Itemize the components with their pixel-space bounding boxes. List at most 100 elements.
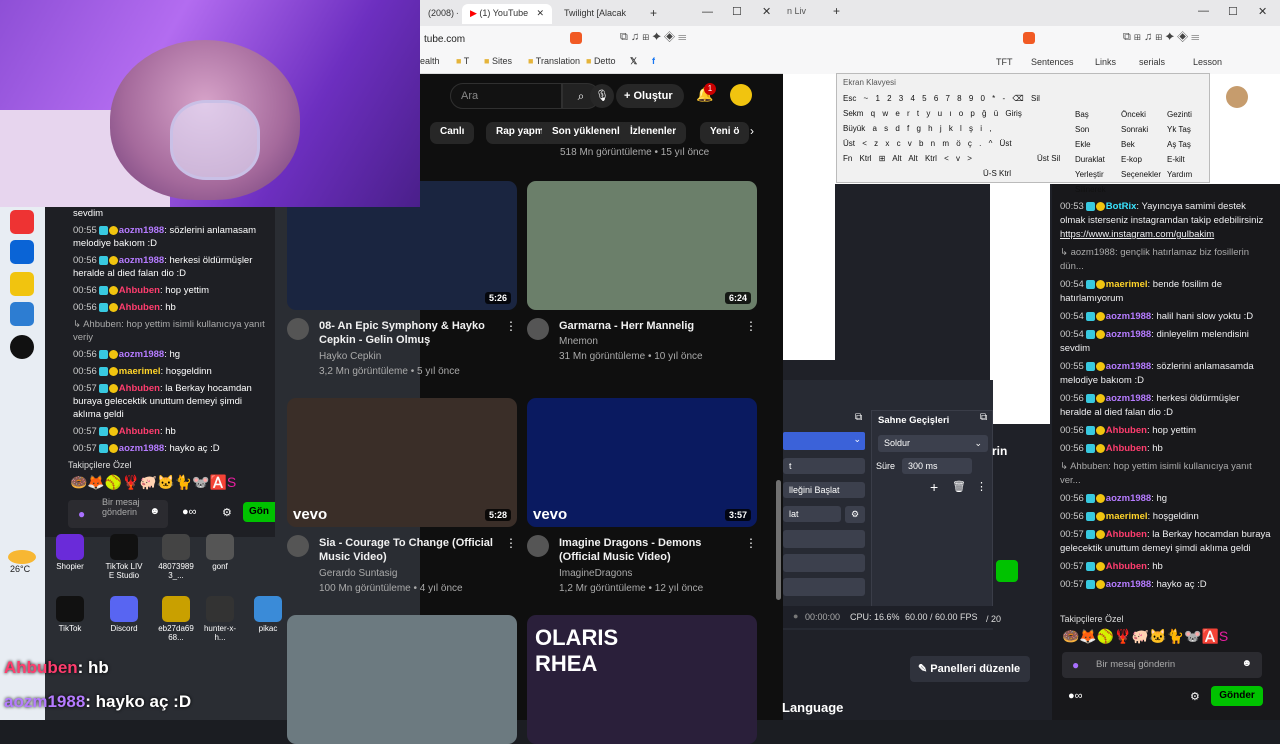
- nav-key[interactable]: Bek: [1121, 140, 1135, 149]
- points-icon[interactable]: ●∞: [182, 506, 197, 518]
- nav-key[interactable]: Yerleştir: [1075, 170, 1104, 179]
- bookmark-tft[interactable]: TFT: [996, 57, 1013, 67]
- dock-icon[interactable]: ⧉: [980, 412, 987, 423]
- key-extra[interactable]: Ü-S Ktrl: [983, 169, 1011, 178]
- address-bar[interactable]: tube.com ⧉ ♫ ⊞ ✦ ◈ ☰: [420, 26, 783, 52]
- keyboard-row[interactable]: Üst < z x c v b n m ö ç . ^ Üst: [843, 139, 1068, 148]
- nav-key[interactable]: Önceki: [1121, 110, 1146, 119]
- new-tab-icon[interactable]: +: [833, 4, 840, 18]
- bookmark-serials[interactable]: serials: [1139, 57, 1165, 67]
- more-icon[interactable]: ⋮: [976, 480, 987, 493]
- tab-twilight[interactable]: Twilight [Alacak: [556, 4, 652, 24]
- chat-username[interactable]: Ahbuben: [119, 285, 160, 296]
- desktop-icon[interactable]: eb27da6968...: [156, 596, 196, 642]
- more-icon[interactable]: ⋮: [745, 536, 757, 550]
- nav-key[interactable]: Gezinti: [1167, 110, 1192, 119]
- chat-username[interactable]: aozm1988: [119, 443, 164, 454]
- obs-start-row[interactable]: lleğini Başlat: [783, 482, 865, 498]
- transition-select[interactable]: Soldur ⌄: [878, 435, 988, 452]
- desktop-icon[interactable]: TikTok LIVE Studio: [104, 534, 144, 580]
- duration-input[interactable]: 300 ms: [902, 458, 972, 474]
- chat-username[interactable]: aozm1988: [1106, 311, 1151, 322]
- chat-username[interactable]: BotRix: [1106, 201, 1137, 212]
- video-thumbnail[interactable]: vevo 3:57: [527, 398, 757, 527]
- chat-username[interactable]: Ahbuben: [119, 302, 160, 313]
- facebook-icon[interactable]: f: [652, 56, 655, 66]
- outlook-icon[interactable]: [10, 240, 34, 264]
- channel-name[interactable]: ImagineDragons: [559, 566, 632, 581]
- obs-item-row[interactable]: lat: [783, 506, 841, 522]
- yt-search-input[interactable]: Ara: [450, 83, 562, 109]
- video-thumbnail[interactable]: OLARIS RHEA: [527, 615, 757, 744]
- chat-username[interactable]: maerimel: [1106, 511, 1148, 522]
- tab-fragment[interactable]: n Liv: [787, 6, 806, 16]
- nav-key[interactable]: Sonraki: [1121, 125, 1148, 134]
- right-address-bar[interactable]: ⧉ ⊞ ♫ ⊞ ✦ ◈ ☰: [783, 26, 1280, 52]
- channel-avatar[interactable]: [527, 318, 549, 340]
- points-icon[interactable]: ●∞: [1068, 690, 1083, 702]
- bookmark-translation[interactable]: ■ Translation: [528, 56, 580, 66]
- video-card[interactable]: [287, 615, 517, 744]
- app-icon[interactable]: [10, 302, 34, 326]
- extensions-icon[interactable]: ⧉ ⊞ ♫ ⊞ ✦ ◈ ☰: [1123, 31, 1199, 44]
- maximize-icon[interactable]: ☐: [732, 5, 742, 18]
- chat-username[interactable]: aozm1988: [119, 225, 164, 236]
- obs-icon[interactable]: [10, 335, 34, 359]
- extensions-icon[interactable]: ⧉ ♫ ⊞ ✦ ◈ ☰: [620, 31, 686, 44]
- send-button[interactable]: Gönder: [1211, 686, 1263, 706]
- desktop-icon[interactable]: TikTok: [50, 596, 90, 633]
- video-card[interactable]: vevo 5:28 Sia - Courage To Change (Officia…: [287, 398, 517, 594]
- channel-avatar[interactable]: [287, 535, 309, 557]
- brave-icon[interactable]: [10, 210, 34, 234]
- mic-icon[interactable]: 🎙: [590, 84, 614, 108]
- desktop-icon[interactable]: Shopier: [50, 534, 90, 571]
- channel-name[interactable]: Gerardo Suntasig: [319, 566, 397, 581]
- video-card[interactable]: 6:24 Garmarna - Herr Mannelig Mnemon 31 Mn …: [527, 181, 757, 362]
- bookmark-sites[interactable]: ■ Sites: [484, 56, 512, 66]
- chat-username[interactable]: aozm1988: [1106, 329, 1151, 340]
- obs-selected-item[interactable]: ⌄: [783, 432, 865, 450]
- chat-username[interactable]: aozm1988: [1106, 579, 1151, 590]
- more-icon[interactable]: ⋮: [505, 319, 517, 333]
- profile-avatar[interactable]: [1226, 86, 1248, 108]
- channel-name[interactable]: Mnemon: [559, 334, 598, 349]
- close-icon[interactable]: ✕: [536, 8, 544, 19]
- tab-1[interactable]: (2008) -: [420, 4, 458, 24]
- nav-key[interactable]: Ekle: [1075, 140, 1091, 149]
- chip[interactable]: Yeni ö: [700, 122, 750, 144]
- bookmark-lesson[interactable]: Lesson: [1193, 57, 1222, 67]
- nav-key[interactable]: Duraklat: [1075, 155, 1105, 164]
- key-extra[interactable]: Sil: [1031, 94, 1040, 103]
- tab-youtube[interactable]: ▶ (1) YouTube ✕: [462, 4, 552, 24]
- obs-row-empty[interactable]: [783, 578, 865, 596]
- video-thumbnail[interactable]: [287, 615, 517, 744]
- new-tab-icon[interactable]: +: [650, 6, 657, 20]
- left-send-button[interactable]: Gön: [243, 502, 275, 522]
- nav-key[interactable]: Son: [1075, 125, 1089, 134]
- keyboard-row[interactable]: Sekm q w e r t y u ı o p ğ ü Giriş: [843, 109, 1068, 118]
- window-close-icon[interactable]: ✕: [1258, 5, 1267, 18]
- chip[interactable]: İzlenenler: [620, 122, 687, 144]
- minimize-icon[interactable]: —: [702, 6, 713, 18]
- brave-shield-icon[interactable]: [1023, 32, 1035, 44]
- x-icon[interactable]: 𝕏: [630, 56, 637, 67]
- right-chat-input[interactable]: ● Bir mesaj gönderin ☻: [1062, 652, 1262, 678]
- window-close-icon[interactable]: ✕: [762, 5, 771, 18]
- bookmark-sentences[interactable]: Sentences: [1031, 57, 1074, 67]
- chat-username[interactable]: Ahbuben: [1106, 529, 1147, 540]
- keyboard-row[interactable]: Büyük a s d f g h j k l ş i ,: [843, 124, 1068, 133]
- chat-link[interactable]: https://www.instagram.com/gulbakim: [1060, 228, 1272, 242]
- scrollbar-thumb[interactable]: [776, 480, 781, 600]
- key-extra[interactable]: Üst Sil: [1037, 154, 1060, 163]
- file-explorer-icon[interactable]: [10, 272, 34, 296]
- more-icon[interactable]: ⋮: [745, 319, 757, 333]
- nav-key[interactable]: Yk Taş: [1167, 125, 1191, 134]
- chat-username[interactable]: Ahbuben: [119, 383, 160, 394]
- settings-icon[interactable]: ⚙: [222, 506, 232, 519]
- chat-username[interactable]: aozm1988: [119, 349, 164, 360]
- obs-row[interactable]: t: [783, 458, 865, 474]
- video-thumbnail[interactable]: 6:24: [527, 181, 757, 310]
- keyboard-row[interactable]: Fn Ktrl ⊞ Alt Alt Ktrl < v >: [843, 154, 1068, 163]
- emoji-icon[interactable]: ☻: [149, 506, 160, 517]
- nav-key[interactable]: Seçenekler: [1121, 170, 1161, 179]
